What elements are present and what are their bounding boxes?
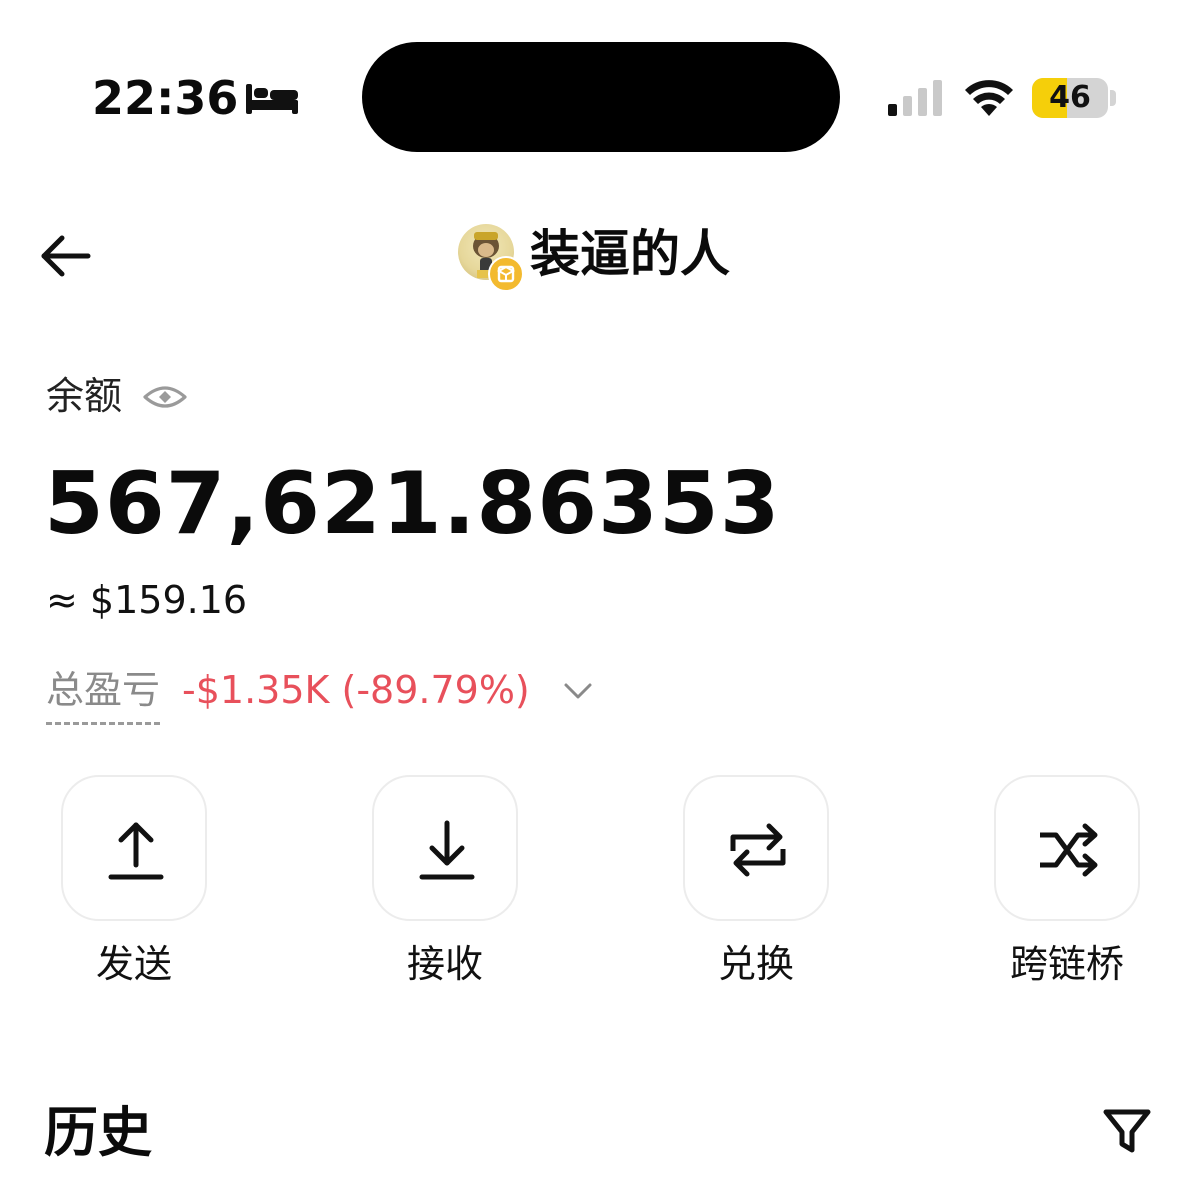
total-pnl-value: -$1.35K (-89.79%) xyxy=(182,668,530,712)
total-pnl-label[interactable]: 总盈亏 xyxy=(46,666,161,725)
bridge-label: 跨链桥 xyxy=(1009,942,1124,986)
history-title: 历史 xyxy=(44,1101,152,1164)
battery-nub xyxy=(1110,90,1116,106)
battery-level: 46 xyxy=(1049,80,1091,115)
eye-icon[interactable] xyxy=(142,380,188,414)
shuffle-icon xyxy=(1040,823,1098,877)
send-label: 发送 xyxy=(95,942,172,986)
battery-indicator: 46 xyxy=(1032,78,1108,118)
download-icon xyxy=(419,820,475,880)
filter-icon[interactable] xyxy=(1100,1104,1154,1158)
balance-amount: 567,621.86353 xyxy=(44,454,781,554)
status-time: 22:36 xyxy=(92,71,239,125)
upload-icon xyxy=(108,822,164,880)
swap-arrows-icon xyxy=(730,823,786,877)
balance-label: 余额 xyxy=(46,374,123,418)
receive-button[interactable] xyxy=(372,775,518,921)
receive-label: 接收 xyxy=(406,942,483,986)
bnb-chain-icon xyxy=(488,256,524,292)
fiat-value: ≈ $159.16 xyxy=(46,578,248,622)
swap-button[interactable] xyxy=(683,775,829,921)
wifi-icon xyxy=(965,80,1013,116)
send-button[interactable] xyxy=(61,775,207,921)
bridge-button[interactable] xyxy=(994,775,1140,921)
chevron-down-icon[interactable] xyxy=(560,676,596,706)
swap-label: 兑换 xyxy=(717,942,794,986)
back-arrow-icon[interactable] xyxy=(34,228,98,284)
dynamic-island xyxy=(362,42,840,152)
bed-icon xyxy=(246,84,298,114)
cellular-signal-icon xyxy=(888,80,942,116)
wallet-name: 装逼的人 xyxy=(530,225,730,283)
